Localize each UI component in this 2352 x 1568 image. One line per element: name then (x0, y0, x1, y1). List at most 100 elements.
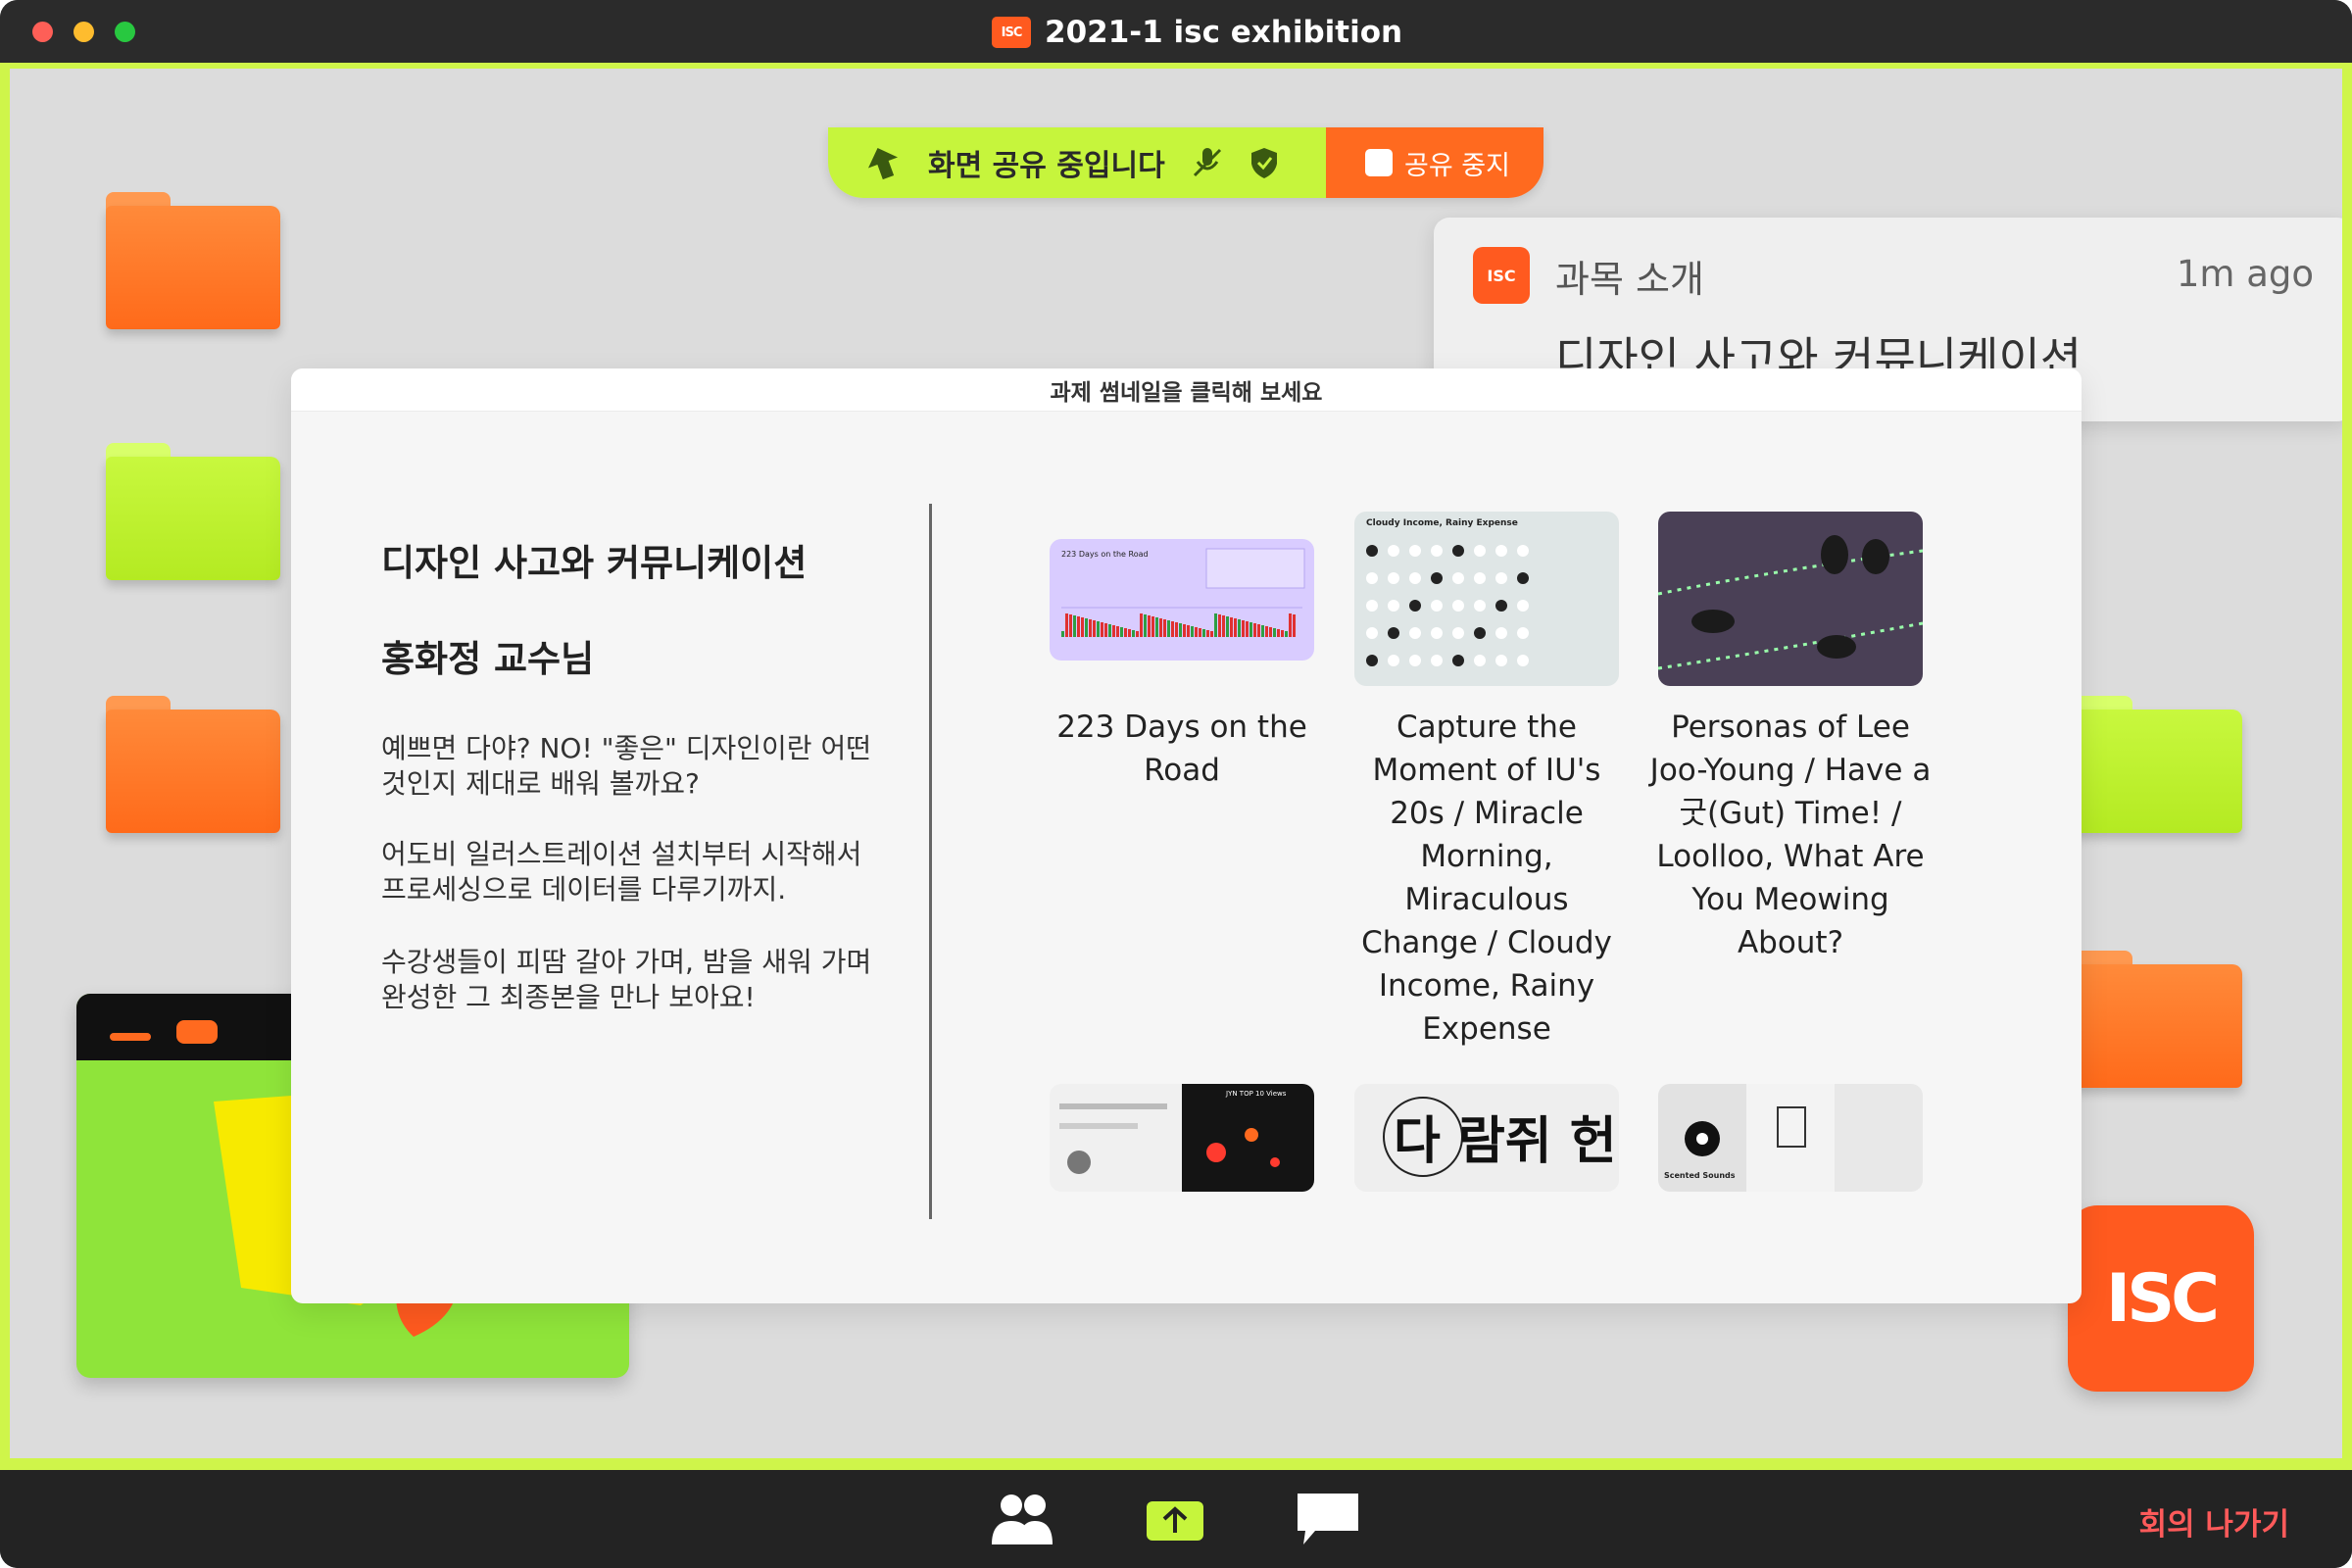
thumbnail-graphic: Scented Sounds (1658, 1084, 1923, 1192)
cloud-dot (1517, 545, 1529, 557)
arrow-up-icon (867, 147, 899, 180)
thumbnail-bar (1136, 631, 1139, 637)
thumbnail-bar (1226, 616, 1229, 637)
thumbnail-bar (1159, 618, 1162, 637)
panel-header-text: 과제 썸네일을 클릭해 보세요 (1050, 379, 1323, 406)
cloud-dot (1452, 600, 1464, 612)
cloud-dot (1495, 545, 1507, 557)
thumbnail-bar (1097, 621, 1100, 637)
thumbnail-label: JYN TOP 10 Views (1225, 1090, 1287, 1098)
thumbnail-graphic: 다 람쥐 헌 쳇바퀴에 (1383, 1097, 1619, 1177)
thumbnail-bar (1116, 626, 1119, 637)
stop-share-button[interactable]: 공유 중지 (1326, 127, 1544, 198)
desktop-area: ISC ISC 과목 소개 1m ago 디자인 사고와 커뮤니케이션 과제 썸… (10, 69, 2342, 1458)
cloud-dot (1388, 627, 1399, 639)
shield-icon (1250, 148, 1277, 178)
thumbnail-graphic: JYN TOP 10 Views (1059, 1084, 1314, 1192)
window-title: 2021-1 isc exhibition (1045, 15, 1403, 50)
folder-icon[interactable] (106, 192, 280, 329)
cloud-dot (1409, 655, 1421, 666)
minimize-window-button[interactable] (74, 22, 94, 42)
folder-icon[interactable] (2068, 951, 2242, 1088)
cloud-dot (1366, 655, 1378, 666)
cloud-dot (1517, 627, 1529, 639)
title-bar: ISC 2021-1 isc exhibition (0, 0, 2352, 63)
thumbnail-bar (1183, 624, 1186, 637)
cloud-dot (1452, 627, 1464, 639)
folder-icon[interactable] (106, 443, 280, 580)
cloud-dot (1495, 600, 1507, 612)
cloud-dot (1366, 545, 1378, 557)
thumbnail-bar (1261, 625, 1264, 637)
folder-icon[interactable] (2068, 696, 2242, 833)
mic-off-icon[interactable] (1193, 146, 1222, 179)
thumbnail-bar (1265, 626, 1268, 637)
course-title: 디자인 사고와 커뮤니케이션 (381, 542, 808, 584)
share-screen-icon[interactable] (1143, 1490, 1207, 1548)
thumbnail-bar (1144, 614, 1147, 637)
thumbnail-bar (1085, 618, 1088, 637)
meeting-toolbar: 회의 나가기 (0, 1470, 2352, 1568)
window-title-group: ISC 2021-1 isc exhibition (992, 14, 1402, 51)
folder-icon[interactable] (106, 696, 280, 833)
thumbnail-bar (1281, 630, 1284, 637)
thumbnail-chart-graphic: 223 Days on the Road (1061, 548, 1305, 637)
cloud-dot (1495, 655, 1507, 666)
thumbnail-bar (1120, 627, 1123, 637)
project-title-3[interactable]: Personas of Lee Joo-Young / Have a 굿(Gut… (1648, 706, 1933, 964)
cloud-dot (1517, 600, 1529, 612)
thumbnail-bar (1234, 618, 1237, 637)
zoom-window-button[interactable] (115, 22, 135, 42)
cloud-dot (1409, 545, 1421, 557)
thumbnail-bar (1187, 625, 1190, 637)
chat-icon[interactable] (1296, 1490, 1360, 1548)
thumbnail-bar (1104, 623, 1107, 637)
thumbnail-bar (1269, 627, 1272, 637)
screen-share-bar: 화면 공유 중입니다 공유 중지 (828, 127, 1544, 198)
thumbnail-bar (1230, 617, 1233, 637)
participants-icon[interactable] (990, 1490, 1054, 1548)
course-description-1: 예쁘면 다야? NO! "좋은" 디자인이란 어떤 것인지 제대로 배워 볼까요… (381, 732, 871, 800)
thumbnail-bar (1077, 616, 1080, 637)
thumbnail-bar (1293, 614, 1296, 637)
cloud-dot (1517, 572, 1529, 584)
professor-name: 홍화정 교수님 (381, 638, 595, 680)
cloud-dot (1366, 627, 1378, 639)
thumbnail-bar (1179, 623, 1182, 637)
thumbnail-bar (1171, 621, 1174, 637)
project-title-1[interactable]: 223 Days on the Road (1040, 706, 1324, 792)
thumbnail-bar (1163, 619, 1166, 637)
cloud-dot (1431, 545, 1443, 557)
stop-icon (1365, 149, 1393, 176)
project-thumbnail-1[interactable]: 223 Days on the Road (1050, 539, 1314, 661)
thumbnail-bar (1140, 613, 1143, 637)
thumbnail-label: Scented Sounds (1664, 1171, 1736, 1180)
thumbnail-bar (1128, 629, 1131, 637)
project-thumbnail-2[interactable]: Cloudy Income, Rainy Expense (1354, 512, 1619, 686)
project-thumbnail-6[interactable]: Scented Sounds (1658, 1084, 1923, 1192)
thumbnail-bar (1108, 624, 1111, 637)
cloud-dot (1452, 545, 1464, 557)
cloud-dot (1452, 655, 1464, 666)
isc-logo-text: ISC (2105, 1259, 2220, 1338)
leave-meeting-button[interactable]: 회의 나가기 (2139, 1499, 2289, 1544)
notification-time: 1m ago (2176, 253, 2314, 295)
app-logo-icon: ISC (992, 17, 1031, 48)
thumbnail-label: 223 Days on the Road (1061, 550, 1149, 559)
share-status-label: 화면 공유 중입니다 (928, 149, 1165, 183)
close-window-button[interactable] (32, 22, 53, 42)
thumbnail-bar (1222, 615, 1225, 637)
thumbnail-bar (1175, 622, 1178, 637)
isc-logo-tile[interactable]: ISC (2068, 1205, 2254, 1392)
thumbnail-bar (1132, 630, 1135, 637)
course-panel: 과제 썸네일을 클릭해 보세요 디자인 사고와 커뮤니케이션 홍화정 교수님 예… (291, 368, 2082, 1303)
cloud-dot (1474, 627, 1486, 639)
cloud-dot (1474, 655, 1486, 666)
cloud-dot (1474, 600, 1486, 612)
thumbnail-bar (1093, 620, 1096, 637)
thumbnail-bar (1081, 617, 1084, 637)
project-thumbnail-4[interactable]: JYN TOP 10 Views (1050, 1084, 1314, 1192)
project-title-2[interactable]: Capture the Moment of IU's 20s / Miracle… (1345, 706, 1629, 1051)
project-thumbnail-5[interactable]: 다 람쥐 헌 쳇바퀴에 (1354, 1084, 1619, 1192)
project-thumbnail-3[interactable] (1658, 512, 1923, 686)
